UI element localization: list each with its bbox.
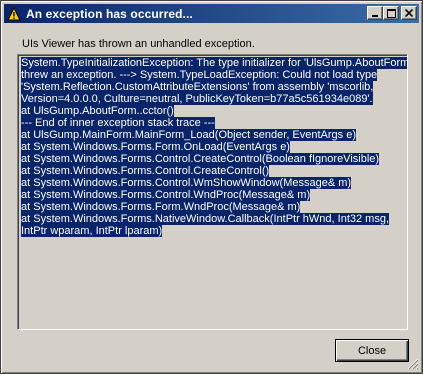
minimize-button[interactable] (367, 6, 383, 20)
maximize-icon (386, 8, 396, 18)
warning-icon (6, 6, 22, 22)
error-message: UIs Viewer has thrown an unhandled excep… (22, 38, 255, 50)
exception-dialog: An exception has occurred... UIs Viewer … (0, 0, 423, 374)
window-title: An exception has occurred... (26, 6, 193, 21)
window-controls (367, 6, 417, 20)
exception-line: at System.Windows.Forms.Control.WmShowWi… (21, 177, 352, 189)
resize-grip-icon[interactable] (407, 358, 419, 370)
exception-line: Version=4.0.0.0, Culture=neutral, Public… (21, 93, 373, 105)
exception-line: IntPtr wparam, IntPtr lparam) (21, 225, 163, 237)
minimize-icon (372, 15, 378, 17)
exception-line: 'System.Reflection.CustomAttributeExtens… (21, 81, 374, 93)
exception-line: at System.Windows.Forms.Form.WndProc(Mes… (21, 201, 301, 213)
exception-line: at System.Windows.Forms.Control.WndProc(… (21, 189, 311, 201)
close-window-button[interactable] (401, 6, 417, 20)
exception-line: at UlsGump.MainForm.MainForm_Load(Object… (21, 129, 357, 141)
exception-line: threw an exception. ---> System.TypeLoad… (21, 69, 378, 81)
exception-line: at System.Windows.Forms.Control.CreateCo… (21, 153, 380, 165)
exception-line: at System.Windows.Forms.Form.OnLoad(Even… (21, 141, 290, 153)
title-bar[interactable]: An exception has occurred... (4, 4, 419, 23)
close-button[interactable]: Close (335, 339, 409, 362)
exception-line: at System.Windows.Forms.NativeWindow.Cal… (21, 213, 390, 225)
maximize-button[interactable] (383, 6, 399, 20)
exception-line: at System.Windows.Forms.Control.CreateCo… (21, 165, 270, 177)
exception-line: --- End of inner exception stack trace -… (21, 117, 215, 129)
exception-details-textbox[interactable]: System.TypeInitializationException: The … (17, 54, 408, 330)
exception-line: System.TypeInitializationException: The … (21, 57, 407, 69)
exception-line: at UlsGump.AboutForm..cctor() (21, 105, 174, 117)
close-icon (405, 9, 413, 17)
